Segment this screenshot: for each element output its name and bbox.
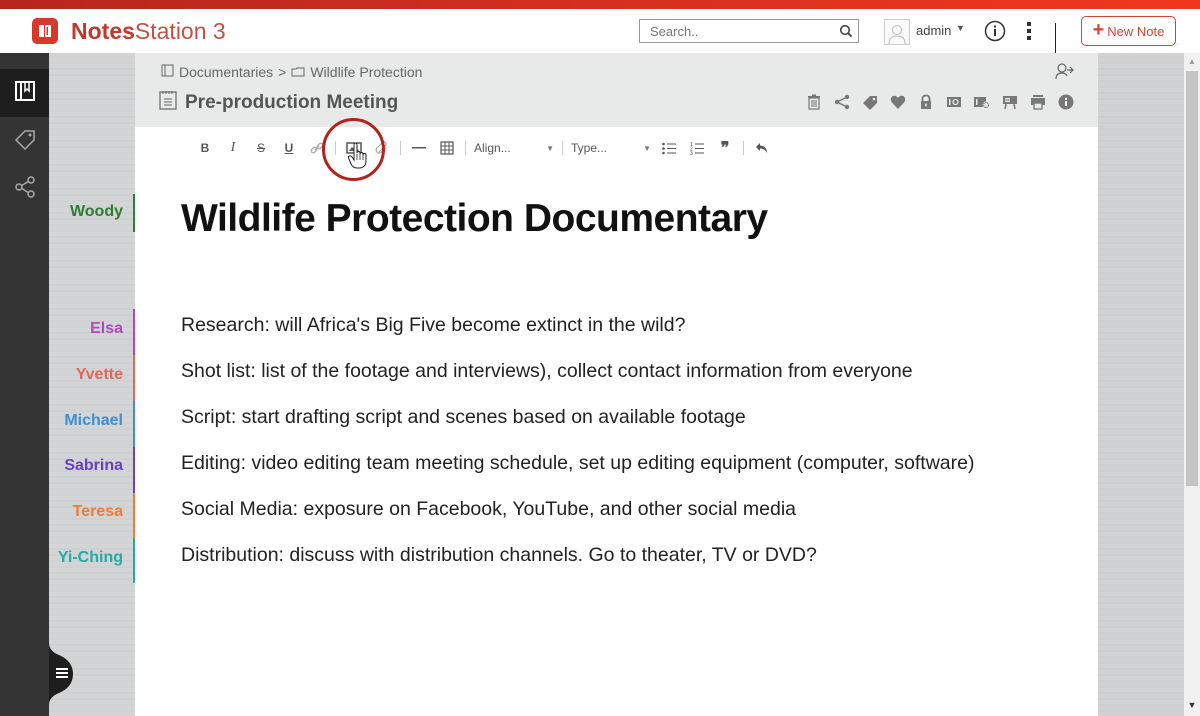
app-title: NotesStation 3 <box>71 18 226 44</box>
search-box <box>639 19 859 43</box>
author-label: Teresa <box>72 503 123 520</box>
toolbar-divider <box>465 141 466 155</box>
breadcrumb-separator: > <box>278 64 287 80</box>
scroll-up-icon[interactable]: ▲ <box>1184 57 1200 66</box>
document-line[interactable]: Distribution: discuss with distribution … <box>181 544 817 567</box>
caret-down-icon[interactable]: ▼ <box>956 23 965 33</box>
scroll-down-icon[interactable]: ▼ <box>1184 700 1200 710</box>
more-options-icon[interactable] <box>1024 20 1034 42</box>
search-input[interactable] <box>640 23 834 39</box>
toolbar-divider <box>562 141 563 155</box>
paperclip-icon <box>375 141 387 154</box>
snapshot-icon[interactable] <box>943 91 965 113</box>
lock-icon[interactable] <box>915 91 937 113</box>
nav-tags[interactable] <box>0 117 49 165</box>
breadcrumb-section[interactable]: Wildlife Protection <box>310 64 422 80</box>
link-button[interactable] <box>303 137 331 159</box>
note-actions <box>803 91 1077 113</box>
toolbar-divider <box>400 141 401 155</box>
type-select[interactable]: Type... ▼ <box>567 137 655 159</box>
toolbar-divider <box>743 141 744 155</box>
bold-button[interactable]: B <box>191 137 219 159</box>
bullet-list-icon <box>662 142 676 154</box>
caret-down-icon: ▼ <box>643 143 651 153</box>
author-label: Yvette <box>75 366 123 383</box>
document-line[interactable]: Social Media: exposure on Facebook, YouT… <box>181 498 796 521</box>
search-icon[interactable] <box>834 24 858 38</box>
italic-button[interactable]: I <box>219 137 247 159</box>
bullet-list-button[interactable] <box>655 137 683 159</box>
tag-icon <box>13 127 37 156</box>
note-title[interactable]: Pre-production Meeting <box>185 92 398 114</box>
author-label: Woody <box>69 203 123 220</box>
svg-text:3: 3 <box>690 151 693 155</box>
menu-icon <box>56 668 68 680</box>
avatar[interactable] <box>884 19 910 45</box>
breadcrumb: Documentaries > Wildlife Protection <box>161 64 422 80</box>
scrollbar-thumb[interactable] <box>1186 71 1198 486</box>
horizontal-rule-button[interactable] <box>405 137 433 159</box>
note-header: Documentaries > Wildlife Protection Pre-… <box>135 53 1098 127</box>
table-button[interactable] <box>433 137 461 159</box>
plus-icon: + <box>1092 19 1105 41</box>
attachment-button[interactable] <box>368 137 396 159</box>
tag-icon[interactable] <box>859 91 881 113</box>
share-icon <box>13 175 37 204</box>
undo-icon <box>756 143 767 153</box>
breadcrumb-notebook[interactable]: Documentaries <box>179 64 273 80</box>
image-icon <box>346 142 362 154</box>
top-accent-bar <box>0 0 1200 9</box>
nav-toggle-handle[interactable] <box>49 643 75 705</box>
horizontal-rule-icon <box>412 147 426 149</box>
document-line[interactable]: Research: will Africa's Big Five become … <box>181 314 685 337</box>
document-line[interactable]: Editing: video editing team meeting sche… <box>181 452 974 475</box>
align-select[interactable]: Align... ▼ <box>470 137 558 159</box>
presentation-icon[interactable] <box>999 91 1021 113</box>
right-panel <box>1098 53 1184 716</box>
user-menu[interactable]: admin <box>916 23 951 38</box>
snapshot-settings-icon[interactable] <box>971 91 993 113</box>
undo-button[interactable] <box>748 137 776 159</box>
insert-image-button[interactable] <box>340 137 368 159</box>
editor-toolbar: B I S U Align... ▼ Type... ▼ 123 ❞ <box>191 137 776 159</box>
section-icon <box>291 64 305 80</box>
toolbar-divider <box>335 141 336 155</box>
share-icon[interactable] <box>831 91 853 113</box>
print-icon[interactable] <box>1027 91 1049 113</box>
blockquote-button[interactable]: ❞ <box>711 137 739 159</box>
document-line[interactable]: Shot list: list of the footage and inter… <box>181 360 913 383</box>
nav-shared[interactable] <box>0 165 49 213</box>
document-line[interactable]: Script: start drafting script and scenes… <box>181 406 746 429</box>
table-icon <box>440 141 454 155</box>
nav-notebooks[interactable] <box>0 69 49 117</box>
numbered-list-icon: 123 <box>690 142 704 155</box>
strikethrough-button[interactable]: S <box>247 137 275 159</box>
new-note-button[interactable]: + New Note <box>1081 16 1176 46</box>
author-column: Woody Elsa Yvette Michael Sabrina Teresa… <box>49 53 135 716</box>
left-nav <box>0 53 49 716</box>
note-icon <box>159 90 177 115</box>
app-logo-icon <box>32 18 58 44</box>
author-label: Michael <box>64 412 123 429</box>
underline-button[interactable]: U <box>275 137 303 159</box>
notebook-icon <box>14 80 36 107</box>
author-label: Elsa <box>90 320 123 337</box>
vertical-scrollbar[interactable]: ▲ ▼ <box>1184 53 1200 716</box>
author-label: Sabrina <box>64 457 123 474</box>
info-icon[interactable] <box>1055 91 1077 113</box>
app-header: NotesStation 3 admin ▼ + New Note <box>0 9 1200 53</box>
caret-down-icon: ▼ <box>546 143 554 153</box>
note-title-row: Pre-production Meeting <box>159 90 398 115</box>
header-divider <box>1055 23 1056 53</box>
share-with-user-icon[interactable] <box>1055 62 1075 85</box>
document-heading[interactable]: Wildlife Protection Documentary <box>181 197 768 241</box>
link-icon <box>310 142 324 154</box>
notebook-icon <box>161 64 174 80</box>
trash-icon[interactable] <box>803 91 825 113</box>
numbered-list-button[interactable]: 123 <box>683 137 711 159</box>
author-label: Yi-Ching <box>57 549 123 566</box>
info-icon[interactable] <box>984 20 1006 42</box>
heart-icon[interactable] <box>887 91 909 113</box>
